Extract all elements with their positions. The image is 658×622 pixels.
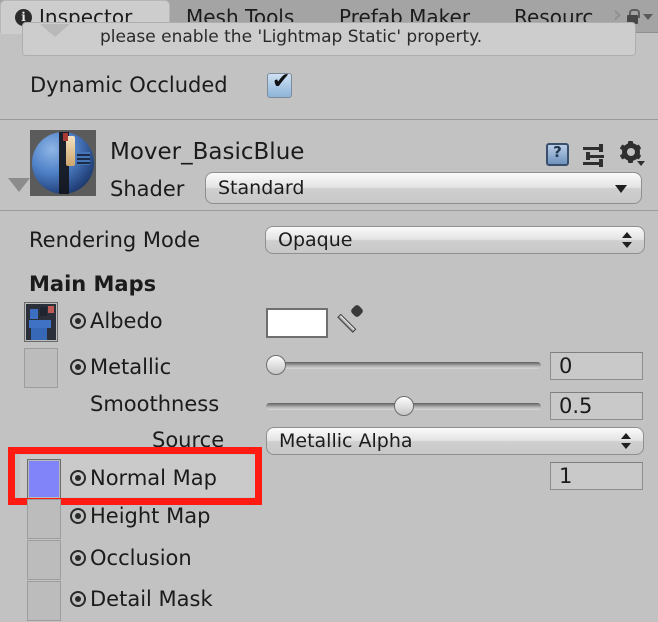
shader-label: Shader [110, 177, 185, 201]
occlusion-texture-slot[interactable] [27, 540, 61, 580]
smoothness-slider[interactable] [266, 396, 541, 416]
metallic-label: Metallic [90, 355, 172, 379]
albedo-texture-slot[interactable] [24, 302, 58, 342]
inspector-window: i Inspector Mesh Tools Prefab Maker Reso… [0, 0, 658, 622]
material-name: Mover_BasicBlue [110, 139, 305, 165]
detail-mask-label: Detail Mask [90, 587, 213, 611]
source-label: Source [152, 428, 225, 452]
smoothness-slider-knob[interactable] [394, 396, 414, 416]
smoothness-label: Smoothness [90, 392, 220, 416]
warning-chevron-icon [40, 24, 74, 42]
albedo-target-icon[interactable] [70, 313, 86, 329]
source-value: Metallic Alpha [279, 430, 413, 452]
metallic-slider[interactable] [266, 355, 541, 375]
albedo-color-swatch[interactable] [266, 308, 328, 338]
height-map-target-icon[interactable] [70, 508, 86, 524]
main-maps-header: Main Maps [29, 272, 157, 296]
preset-icon[interactable] [583, 143, 606, 167]
shader-dropdown[interactable]: Standard [205, 172, 642, 204]
updown-arrows-icon [622, 231, 632, 249]
dynamic-occluded-checkbox[interactable]: ✔ [267, 69, 292, 98]
help-icon[interactable] [546, 142, 569, 166]
detail-mask-target-icon[interactable] [70, 591, 86, 607]
rendering-mode-label: Rendering Mode [29, 228, 201, 252]
normal-map-value-field[interactable]: 1 [550, 462, 643, 490]
source-popup[interactable]: Metallic Alpha [266, 427, 644, 455]
chevron-down-icon [615, 185, 627, 193]
material-header: Mover_BasicBlue Shader Standard [0, 119, 658, 211]
checkmark-icon: ✔ [272, 69, 291, 94]
rendering-mode-popup[interactable]: Opaque [265, 226, 645, 254]
smoothness-value: 0.5 [559, 394, 593, 418]
occlusion-target-icon[interactable] [70, 550, 86, 566]
height-map-label: Height Map [90, 504, 211, 528]
normal-map-target-icon[interactable] [70, 470, 86, 486]
smoothness-value-field[interactable]: 0.5 [550, 392, 643, 420]
metallic-target-icon[interactable] [70, 359, 86, 375]
dynamic-occluded-label: Dynamic Occluded [30, 73, 228, 97]
occlusion-label: Occlusion [90, 546, 192, 570]
rendering-mode-value: Opaque [278, 229, 353, 251]
material-header-icons [546, 141, 645, 167]
normal-map-value: 1 [559, 464, 573, 488]
height-map-texture-slot[interactable] [27, 499, 61, 539]
metallic-texture-slot[interactable] [24, 348, 58, 388]
normal-map-texture-slot[interactable] [27, 459, 61, 499]
metallic-value-field[interactable]: 0 [550, 352, 643, 380]
chevron-down-icon[interactable] [643, 13, 653, 20]
normal-map-texture-thumbnail [29, 461, 59, 497]
warning-text: please enable the 'Lightmap Static' prop… [100, 27, 483, 47]
detail-mask-texture-slot[interactable] [27, 581, 61, 621]
eyedropper-icon[interactable] [337, 303, 365, 335]
metallic-value: 0 [559, 354, 573, 378]
normal-map-label: Normal Map [90, 466, 217, 490]
albedo-label: Albedo [90, 309, 163, 333]
foldout-triangle-icon[interactable] [8, 178, 30, 192]
shader-dropdown-value: Standard [218, 177, 305, 199]
dynamic-occluded-row: Dynamic Occluded ✔ [0, 64, 658, 109]
material-sphere-preview [30, 130, 96, 196]
metallic-slider-knob[interactable] [266, 355, 286, 375]
metallic-slider-track [266, 362, 541, 369]
gear-icon[interactable] [619, 141, 645, 166]
albedo-texture-thumbnail [26, 304, 56, 340]
updown-arrows-icon [621, 432, 631, 450]
